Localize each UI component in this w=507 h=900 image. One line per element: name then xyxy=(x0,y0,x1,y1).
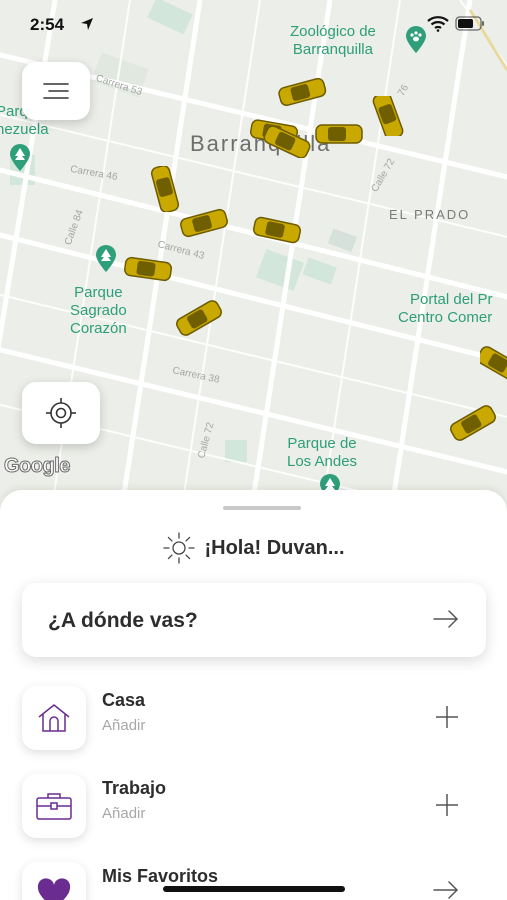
poi-label-line: Parque xyxy=(74,284,123,301)
taxi-icon xyxy=(450,405,496,441)
saved-place-trabajo[interactable]: Trabajo Añadir xyxy=(22,774,486,838)
add-icon[interactable] xyxy=(434,704,460,730)
place-title: Trabajo xyxy=(102,778,167,798)
taxi-icon xyxy=(372,96,404,136)
menu-button[interactable] xyxy=(22,62,90,120)
poi-label-line: Sagrado xyxy=(70,302,127,319)
sun-icon xyxy=(163,532,196,564)
taxi-icon xyxy=(278,77,327,106)
crosshair-icon xyxy=(46,398,76,428)
poi-label-line: Corazón xyxy=(70,320,127,337)
battery-icon xyxy=(455,16,484,31)
saved-place-casa[interactable]: Casa Añadir xyxy=(22,686,486,750)
wifi-icon xyxy=(427,16,449,32)
taxi-icon xyxy=(176,300,222,336)
taxi-icon xyxy=(123,256,173,282)
place-icon-box xyxy=(22,862,86,900)
sheet-drag-handle[interactable] xyxy=(223,506,301,510)
house-icon xyxy=(38,704,70,732)
district-label: EL PRADO xyxy=(389,207,471,222)
status-bar: 2:54 xyxy=(0,0,507,50)
taxi-icon xyxy=(263,126,311,158)
poi-parque-de-los-andes[interactable]: Parque de Los Andes xyxy=(287,435,357,471)
place-icon-box xyxy=(22,774,86,838)
poi-portal-del-prado[interactable]: Portal del Pr Centro Comer xyxy=(398,291,493,327)
add-icon[interactable] xyxy=(434,792,460,818)
poi-label-line: nezuela xyxy=(0,121,49,138)
place-title: Casa xyxy=(102,690,146,710)
menu-icon xyxy=(43,83,69,99)
tree-pin-icon xyxy=(94,245,118,278)
taxi-icon xyxy=(252,216,302,244)
google-attribution: Google xyxy=(4,455,71,478)
place-subtitle: Añadir xyxy=(102,805,146,822)
tree-pin-icon xyxy=(8,144,32,177)
saved-place-favoritos[interactable]: Mis Favoritos xyxy=(22,862,486,900)
status-time: 2:54 xyxy=(30,15,65,34)
arrow-right-icon xyxy=(433,610,458,628)
place-subtitle: Añadir xyxy=(102,717,146,734)
greeting: ¡Hola! Duvan... xyxy=(0,530,507,566)
poi-label-line: Portal del Pr xyxy=(410,291,493,308)
destination-search-button[interactable]: ¿A dónde vas? xyxy=(22,583,486,657)
place-title: Mis Favoritos xyxy=(102,866,219,886)
bottom-sheet[interactable]: ¡Hola! Duvan... ¿A dónde vas? Casa Añadi… xyxy=(0,490,507,900)
heart-icon xyxy=(37,878,71,900)
poi-label-line: Parque de xyxy=(287,435,357,452)
place-icon-box xyxy=(22,686,86,750)
taxi-icon xyxy=(315,124,363,144)
my-location-button[interactable] xyxy=(22,382,100,444)
map-view[interactable]: Carrera 53 Carrera 46 Carrera 43 Carrera… xyxy=(0,0,507,520)
taxi-icon xyxy=(180,208,228,238)
poi-parque-sagrado-corazon[interactable]: Parque Sagrado Corazón xyxy=(70,284,127,338)
location-arrow-icon xyxy=(81,18,93,30)
briefcase-icon xyxy=(36,793,72,820)
poi-label-line: Los Andes xyxy=(287,453,358,470)
destination-prompt: ¿A dónde vas? xyxy=(48,609,198,632)
greeting-text: ¡Hola! Duvan... xyxy=(204,536,345,559)
poi-label-line: Centro Comer xyxy=(398,309,493,326)
arrow-right-icon[interactable] xyxy=(432,878,460,900)
taxi-icon xyxy=(480,346,507,382)
home-indicator xyxy=(163,886,345,892)
